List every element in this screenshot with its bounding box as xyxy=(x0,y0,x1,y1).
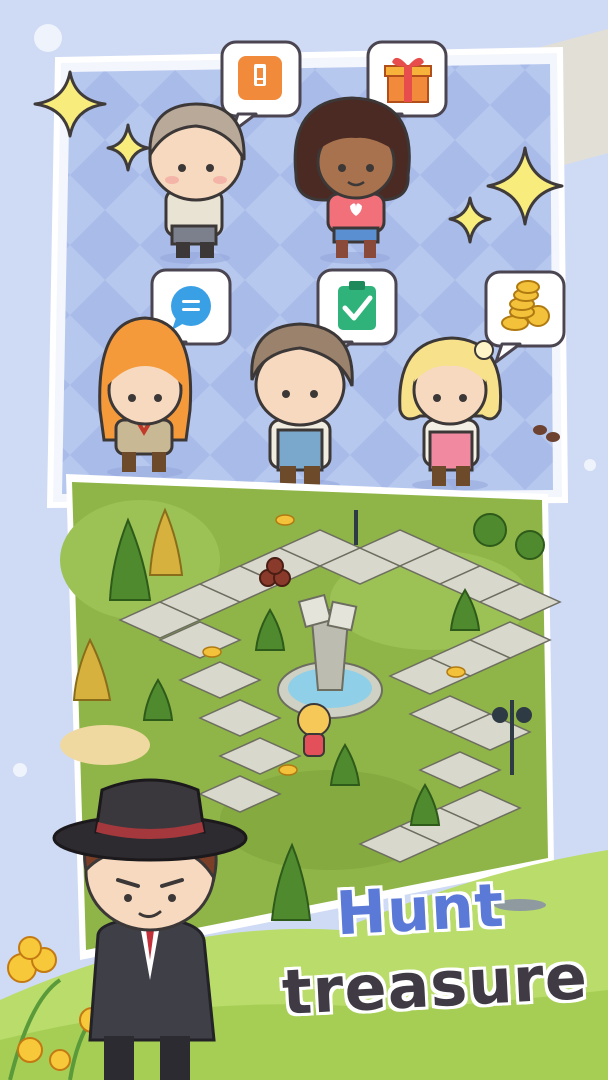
promo-screen: Hunt treasure xyxy=(0,0,608,1080)
checklist-icon xyxy=(338,281,376,330)
dice-statue-icon xyxy=(297,593,333,629)
promo-illustration xyxy=(0,0,608,1080)
headline-hunt: Hunt xyxy=(334,870,507,950)
